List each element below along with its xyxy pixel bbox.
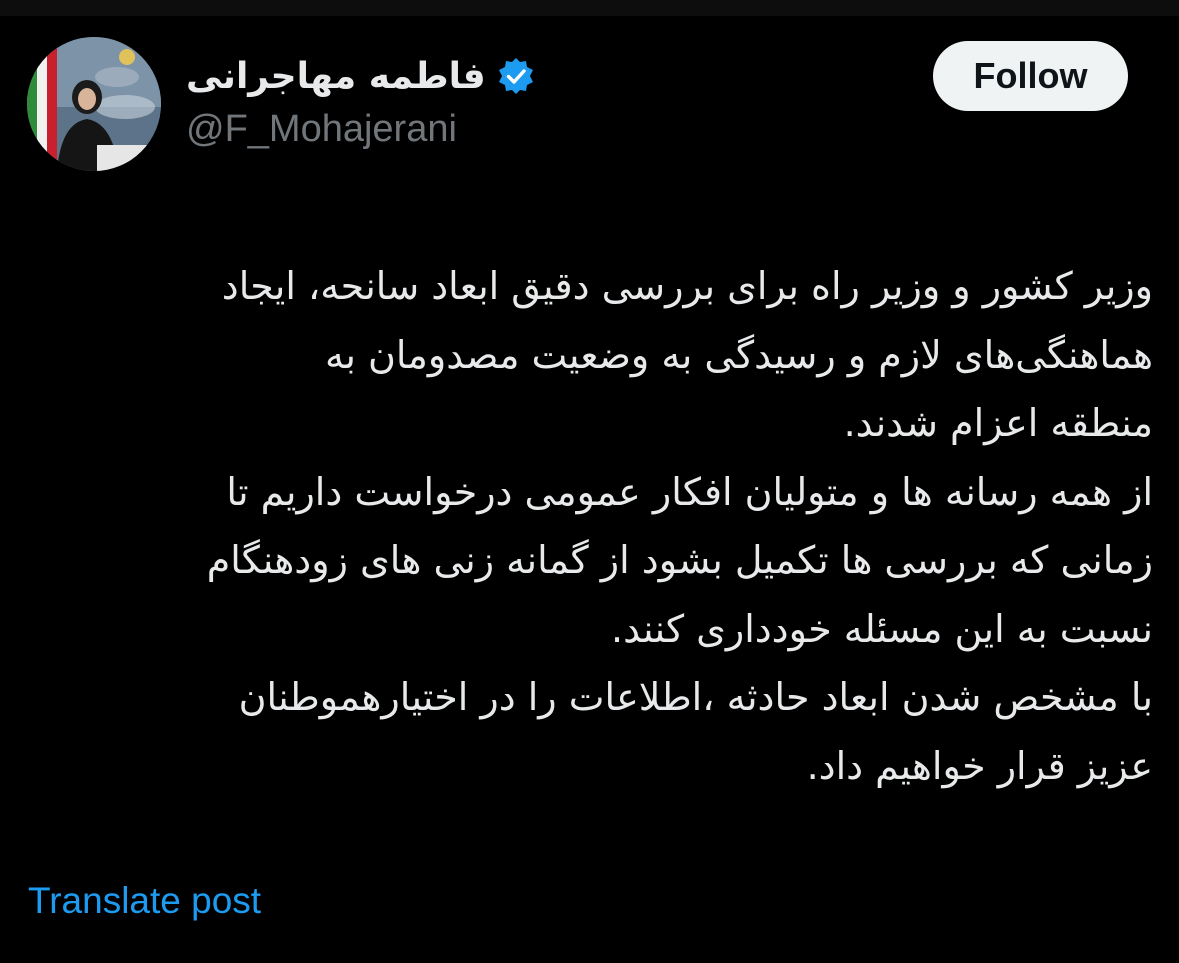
status-bar [0, 0, 1179, 16]
avatar-image [27, 37, 161, 171]
translate-post-link[interactable]: Translate post [28, 880, 261, 922]
follow-button[interactable]: Follow [933, 41, 1128, 111]
post-line: زمانی که بررسی ها تکمیل بشود از گمانه زن… [206, 538, 1153, 582]
post-text: وزیر کشور و وزیر راه برای بررسی دقیق ابع… [20, 252, 1153, 800]
post-line: نسبت به این مسئله خودداری کنند. [610, 606, 1153, 651]
post-line: عزیز قرار خواهیم داد. [806, 743, 1153, 788]
author-handle[interactable]: @F_Mohajerani [186, 108, 457, 151]
avatar[interactable] [27, 37, 161, 171]
post-line: از همه رسانه ها و متولیان افکار عمومی در… [226, 469, 1153, 514]
post-line: با مشخص شدن ابعاد حادثه ،اطلاعات را در ا… [238, 675, 1153, 719]
author-display-name[interactable]: فاطمه مهاجرانی [186, 56, 486, 97]
author-name-row: فاطمه مهاجرانی [186, 50, 536, 102]
post-line: هماهنگی‌های لازم و رسیدگی به وضعیت مصدوم… [324, 332, 1153, 377]
verified-badge-icon [498, 58, 533, 94]
post-line: وزیر کشور و وزیر راه برای بررسی دقیق ابع… [221, 264, 1153, 308]
post-line: منطقه اعزام شدند. [843, 401, 1153, 445]
